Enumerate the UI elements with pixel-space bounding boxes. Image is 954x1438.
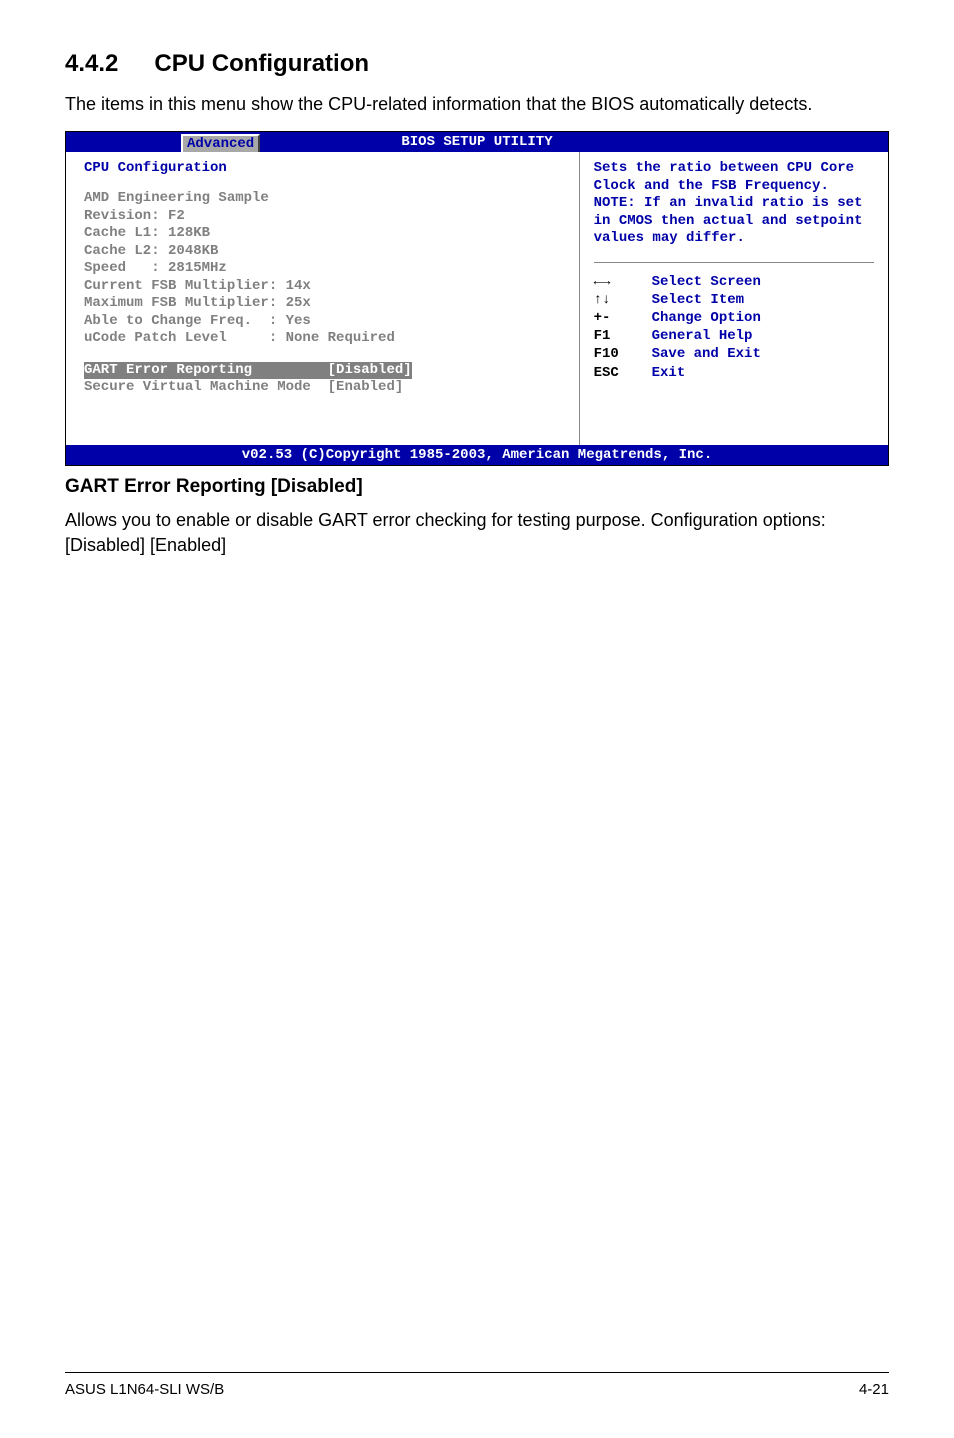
help-divider (594, 262, 874, 263)
key-label: Select Item (652, 291, 744, 309)
body-text: Allows you to enable or disable GART err… (65, 508, 889, 558)
key-esc: ESC (594, 364, 652, 382)
key-label: General Help (652, 327, 753, 345)
bios-titlebar: BIOS SETUP UTILITY Advanced (66, 132, 888, 152)
bios-footer: v02.53 (C)Copyright 1985-2003, American … (66, 445, 888, 465)
secure-virtual-machine-row: Secure Virtual Machine Mode [Enabled] (84, 379, 561, 397)
bios-screenshot: BIOS SETUP UTILITY Advanced CPU Configur… (65, 131, 889, 466)
footer-page-number: 4-21 (859, 1381, 889, 1398)
key-label: Select Screen (652, 273, 761, 291)
section-heading: 4.4.2 CPU Configuration (65, 50, 889, 78)
bios-tab-advanced: Advanced (181, 134, 260, 152)
section-number: 4.4.2 (65, 50, 118, 77)
key-label: Exit (652, 364, 686, 382)
subheading: GART Error Reporting [Disabled] (65, 476, 889, 498)
config-title: CPU Configuration (84, 160, 561, 176)
key-label: Save and Exit (652, 345, 761, 363)
key-arrows-ud-icon: ↑↓ (594, 291, 652, 309)
footer-product: ASUS L1N64-SLI WS/B (65, 1381, 224, 1398)
help-keys: ←→ Select Screen ↑↓ Select Item +- Chang… (594, 273, 874, 382)
section-title: CPU Configuration (154, 50, 369, 77)
bios-left-panel: CPU Configuration AMD Engineering Sample… (66, 152, 580, 445)
key-arrows-lr-icon: ←→ (594, 273, 652, 291)
key-f10: F10 (594, 345, 652, 363)
key-plus-minus-icon: +- (594, 309, 652, 327)
help-key-row: F10 Save and Exit (594, 345, 874, 363)
help-key-row: ←→ Select Screen (594, 273, 874, 291)
intro-text: The items in this menu show the CPU-rela… (65, 92, 889, 117)
help-text: Sets the ratio between CPU Core Clock an… (594, 160, 874, 248)
help-key-row: F1 General Help (594, 327, 874, 345)
help-key-row: ESC Exit (594, 364, 874, 382)
page-footer: ASUS L1N64-SLI WS/B 4-21 (65, 1372, 889, 1398)
gart-error-reporting-row: GART Error Reporting [Disabled] (84, 362, 412, 380)
bios-right-panel: Sets the ratio between CPU Core Clock an… (580, 152, 888, 445)
bios-body: CPU Configuration AMD Engineering Sample… (66, 152, 888, 445)
help-key-row: +- Change Option (594, 309, 874, 327)
key-label: Change Option (652, 309, 761, 327)
key-f1: F1 (594, 327, 652, 345)
config-lines: AMD Engineering Sample Revision: F2 Cach… (84, 190, 561, 348)
help-key-row: ↑↓ Select Item (594, 291, 874, 309)
